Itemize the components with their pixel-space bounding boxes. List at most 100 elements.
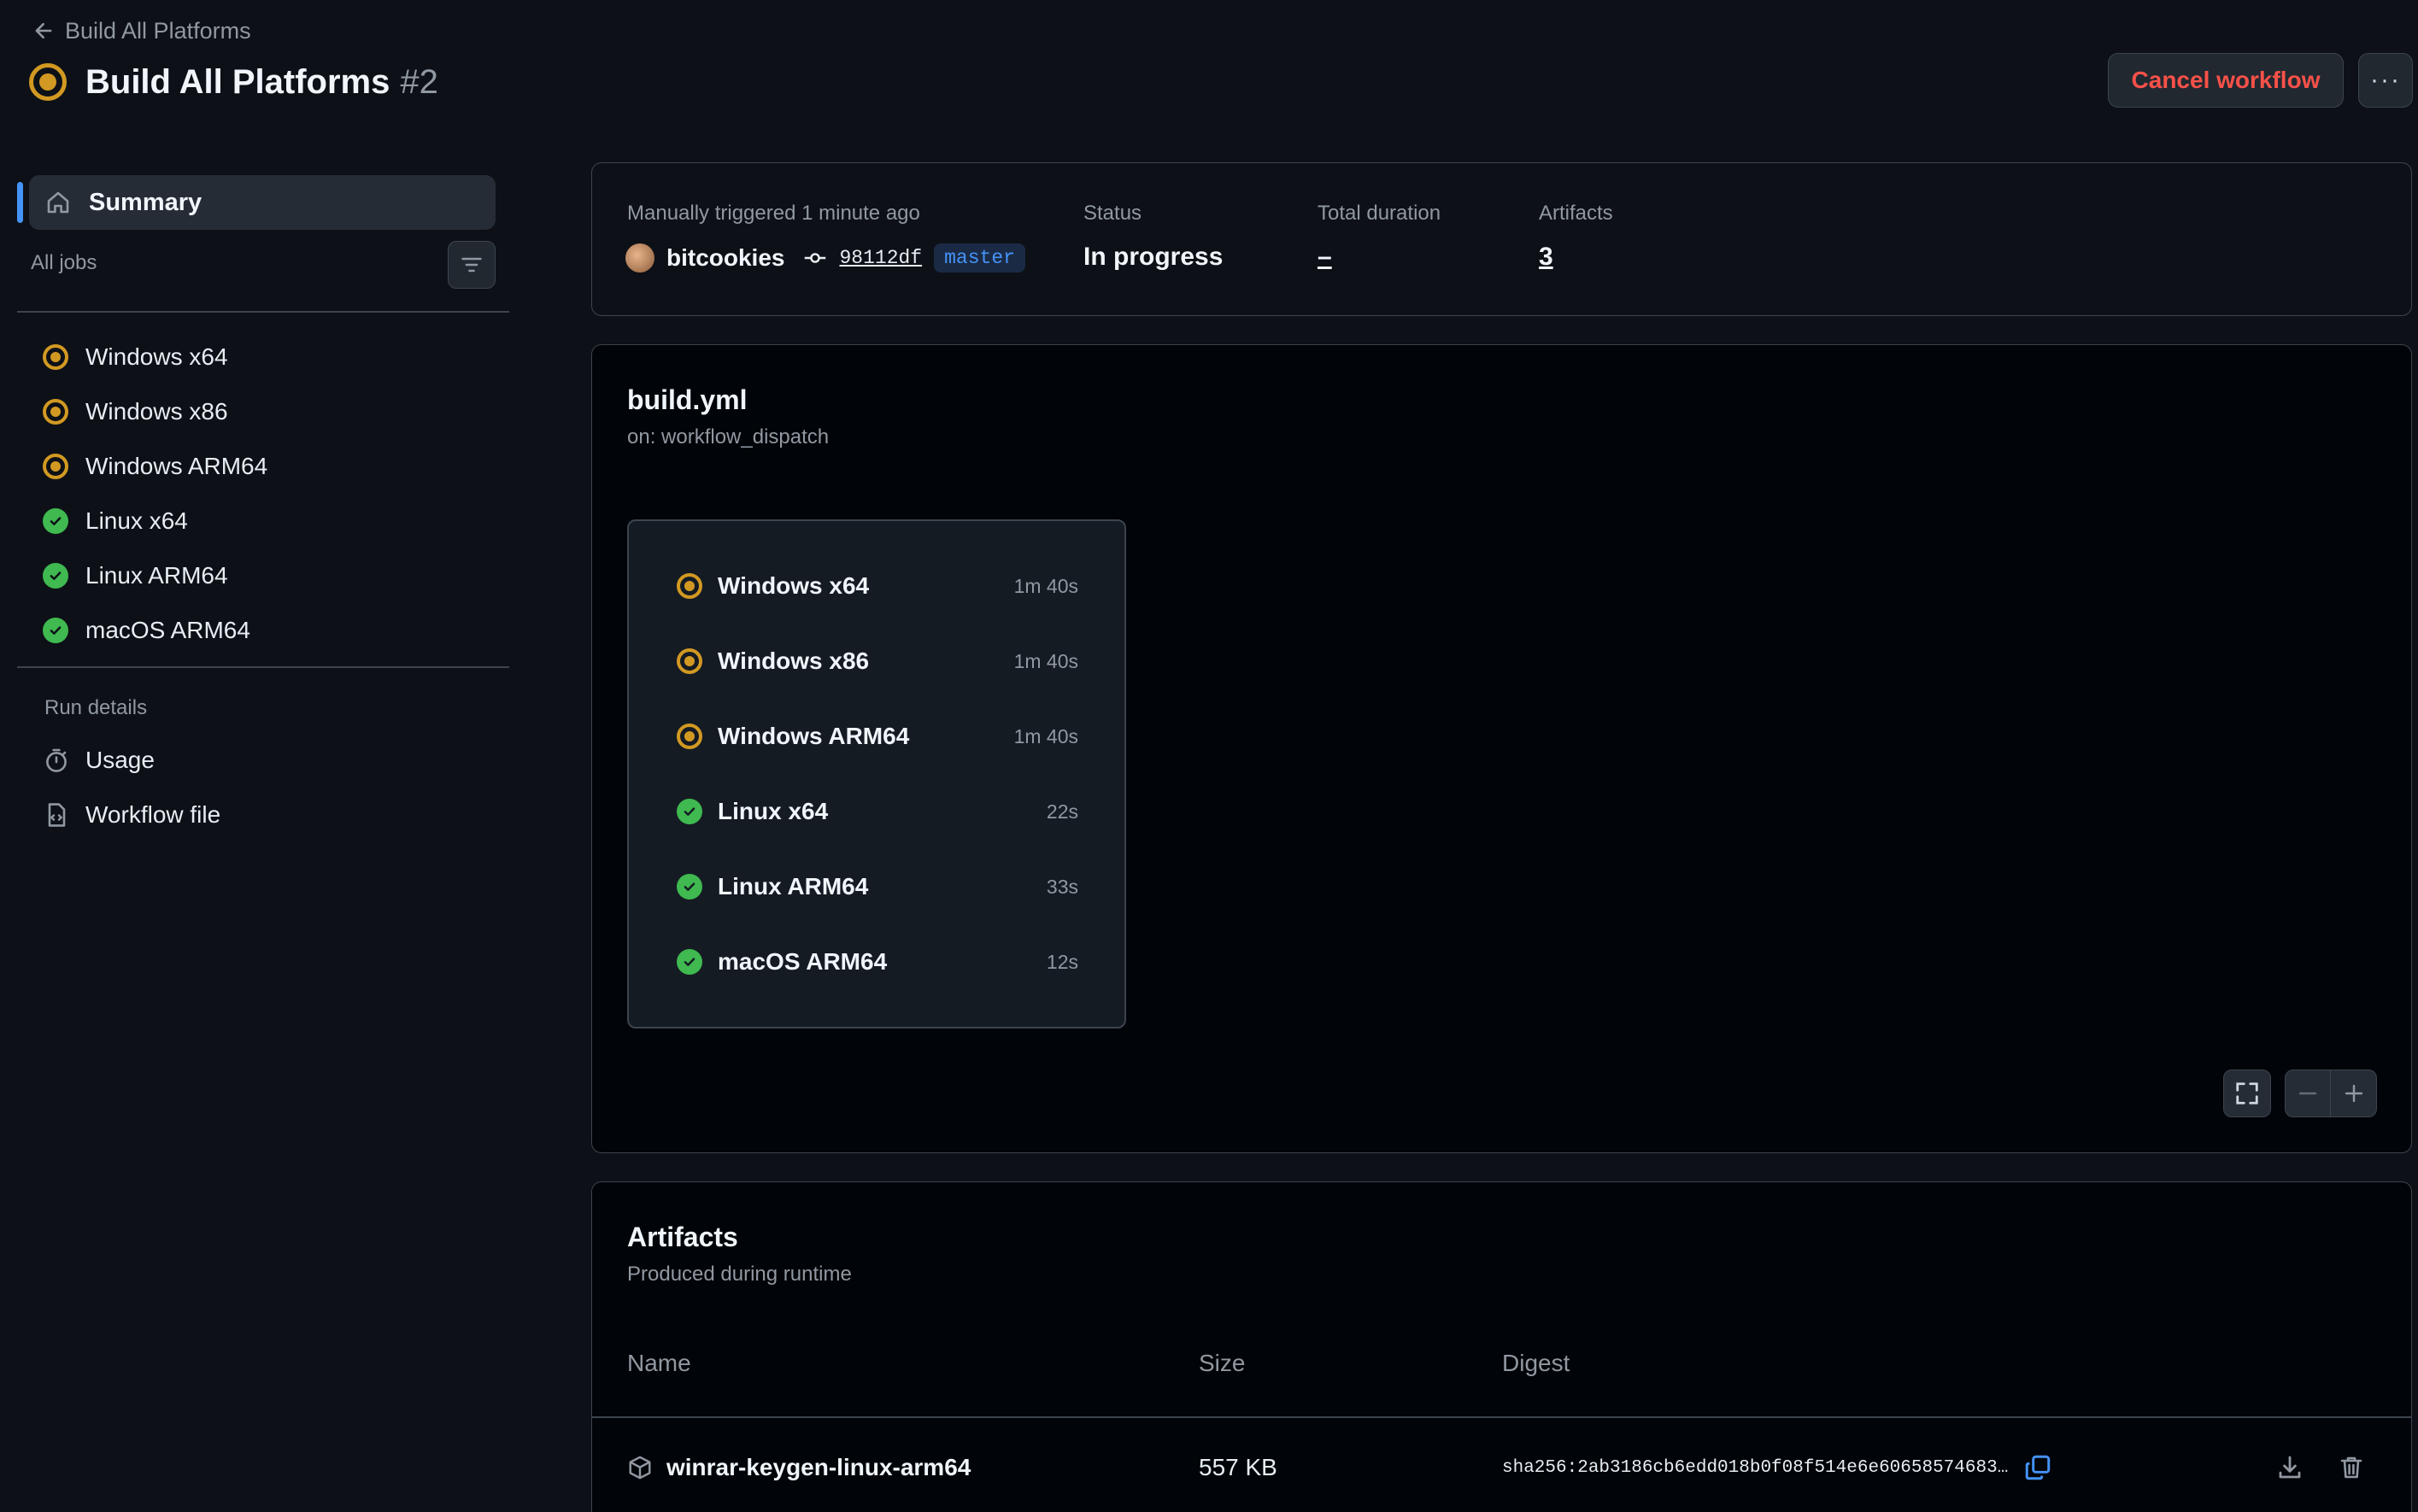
stopwatch-icon [46, 748, 67, 772]
graph-job-windows-arm64[interactable]: Windows ARM64 1m 40s [677, 711, 1078, 762]
job-label: Windows x86 [85, 398, 228, 425]
in-progress-icon [43, 344, 68, 370]
workflow-trigger: on: workflow_dispatch [627, 425, 830, 448]
sidebar-job-windows-arm64[interactable]: Windows ARM64 [43, 439, 504, 494]
filter-jobs-button[interactable] [448, 241, 496, 289]
cancel-workflow-button[interactable]: Cancel workflow [2108, 53, 2344, 108]
sidebar-item-summary[interactable]: Summary [29, 175, 496, 230]
graph-job-duration: 22s [1046, 800, 1078, 823]
workflow-title: Build All Platforms [85, 62, 390, 101]
in-progress-icon [677, 573, 702, 599]
graph-job-label: Linux ARM64 [718, 873, 869, 900]
more-options-button[interactable]: ··· [2358, 53, 2413, 108]
trigger-label: Manually triggered 1 minute ago [627, 202, 920, 225]
check-circle-icon [43, 563, 68, 589]
fullscreen-icon [2236, 1082, 2258, 1105]
check-circle-icon [43, 508, 68, 534]
fullscreen-button[interactable] [2223, 1070, 2271, 1117]
kebab-icon: ··· [2370, 66, 2401, 94]
check-circle-icon [43, 618, 68, 643]
zoom-out-button[interactable] [2285, 1070, 2331, 1117]
in-progress-icon [43, 454, 68, 479]
run-summary-card [591, 162, 2412, 316]
download-artifact-button[interactable] [2276, 1444, 2304, 1491]
delete-artifact-button[interactable] [2338, 1444, 2365, 1491]
job-label: Windows ARM64 [85, 453, 268, 479]
download-icon [2279, 1456, 2301, 1479]
divider [17, 666, 509, 668]
commit-icon [805, 253, 826, 263]
job-label: Windows x64 [85, 343, 228, 370]
package-icon [629, 1456, 651, 1480]
commit-link[interactable]: 98112df [839, 247, 922, 269]
sidebar-job-windows-x64[interactable]: Windows x64 [43, 330, 504, 384]
table-row: winrar-keygen-linux-arm64 557 KB sha256:… [627, 1444, 2387, 1491]
zoom-in-button[interactable] [2331, 1070, 2377, 1117]
duration-label: Total duration [1318, 202, 1441, 225]
sidebar-job-macos-arm64[interactable]: macOS ARM64 [43, 603, 504, 658]
graph-job-label: Windows ARM64 [718, 723, 910, 749]
in-progress-icon [29, 63, 67, 101]
artifact-digest: sha256:2ab3186cb6edd018b0f08f514e6e60658… [1502, 1457, 2009, 1478]
avatar [625, 243, 654, 273]
minus-icon [2298, 1092, 2317, 1095]
trigger-details: bitcookies 98112df master [625, 241, 1025, 275]
page-title-row: Build All Platforms #2 [29, 60, 438, 104]
sidebar-item-usage[interactable]: Usage [43, 733, 155, 788]
graph-job-duration: 12s [1046, 950, 1078, 973]
graph-job-duration: 33s [1046, 875, 1078, 898]
file-code-icon [48, 803, 66, 827]
trash-icon [2340, 1456, 2362, 1479]
workflow-file-name: build.yml [627, 384, 748, 415]
graph-job-label: Linux x64 [718, 798, 829, 824]
column-header-name: Name [627, 1350, 691, 1376]
check-circle-icon [677, 949, 702, 975]
page-title: Build All Platforms #2 [85, 63, 438, 102]
artifact-name-cell: winrar-keygen-linux-arm64 [627, 1444, 971, 1491]
artifacts-label: Artifacts [1539, 202, 1613, 225]
artifacts-title: Artifacts [627, 1222, 738, 1252]
job-label: macOS ARM64 [85, 617, 250, 643]
graph-job-duration: 1m 40s [1013, 649, 1078, 672]
artifact-name-link[interactable]: winrar-keygen-linux-arm64 [666, 1454, 971, 1481]
back-link-label: Build All Platforms [65, 17, 251, 44]
sidebar-job-linux-x64[interactable]: Linux x64 [43, 494, 504, 548]
copy-icon [2026, 1455, 2051, 1480]
graph-job-windows-x64[interactable]: Windows x64 1m 40s [677, 560, 1078, 612]
home-icon [47, 191, 69, 214]
branch-badge[interactable]: master [934, 243, 1025, 273]
actor-link[interactable]: bitcookies [666, 244, 784, 272]
graph-job-macos-arm64[interactable]: macOS ARM64 12s [677, 936, 1078, 987]
copy-digest-button[interactable] [2023, 1453, 2052, 1482]
plus-icon [2345, 1084, 2362, 1103]
status-label: Status [1083, 202, 1142, 225]
artifacts-count-link[interactable]: 3 [1539, 243, 1553, 272]
all-jobs-heading: All jobs [31, 251, 97, 274]
artifact-digest-cell: sha256:2ab3186cb6edd018b0f08f514e6e60658… [1502, 1444, 2052, 1491]
graph-job-duration: 1m 40s [1013, 724, 1078, 747]
graph-job-label: Windows x64 [718, 572, 870, 599]
status-value: In progress [1083, 243, 1224, 271]
filter-icon [461, 257, 482, 273]
sidebar-item-workflow-file[interactable]: Workflow file [43, 788, 220, 842]
back-link[interactable]: Build All Platforms [32, 17, 251, 44]
in-progress-icon [677, 648, 702, 674]
duration-value[interactable]: – [1318, 243, 1332, 272]
artifact-size: 557 KB [1199, 1454, 1277, 1480]
job-label: Linux x64 [85, 507, 188, 534]
sidebar-item-label: Workflow file [85, 801, 221, 828]
check-circle-icon [677, 799, 702, 824]
check-circle-icon [677, 874, 702, 900]
sidebar-item-label: Summary [89, 188, 202, 216]
sidebar-item-label: Usage [85, 747, 155, 773]
column-header-size: Size [1199, 1350, 1246, 1376]
arrow-left-icon [35, 22, 52, 39]
graph-job-linux-arm64[interactable]: Linux ARM64 33s [677, 861, 1078, 912]
graph-job-label: macOS ARM64 [718, 948, 888, 975]
sidebar-job-list: Windows x64 Windows x86 Windows ARM64 Li… [43, 330, 504, 658]
artifacts-subtitle: Produced during runtime [627, 1263, 852, 1286]
sidebar-job-windows-x86[interactable]: Windows x86 [43, 384, 504, 439]
sidebar-job-linux-arm64[interactable]: Linux ARM64 [43, 548, 504, 603]
graph-job-windows-x86[interactable]: Windows x86 1m 40s [677, 636, 1078, 687]
graph-job-linux-x64[interactable]: Linux x64 22s [677, 786, 1078, 837]
